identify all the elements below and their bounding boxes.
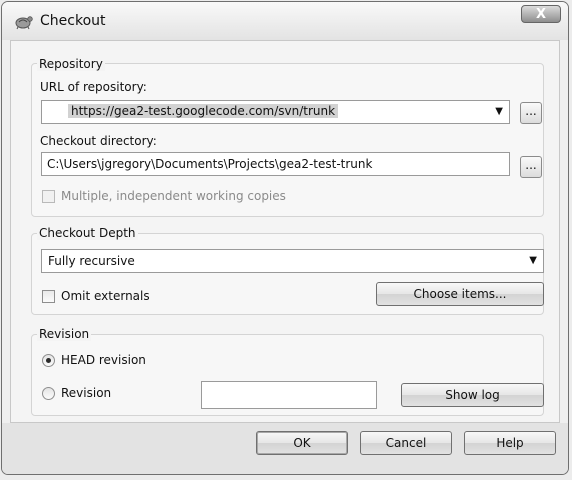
checkout-dir-input[interactable]: C:\Users\jgregory\Documents\Projects\gea…	[41, 152, 510, 176]
revision-group-label: Revision	[37, 327, 92, 341]
omit-externals-label: Omit externals	[61, 289, 150, 303]
show-log-button[interactable]: Show log	[401, 383, 544, 407]
chevron-down-icon[interactable]: ▼	[495, 106, 503, 117]
dir-browse-button[interactable]: ...	[520, 156, 542, 178]
head-revision-radio[interactable]	[42, 354, 55, 367]
checkout-depth-group-label: Checkout Depth	[37, 226, 138, 240]
url-value: https://gea2-test.googlecode.com/svn/tru…	[68, 104, 339, 118]
checkout-dir-value: C:\Users\jgregory\Documents\Projects\gea…	[47, 157, 373, 171]
tortoisesvn-icon	[15, 16, 33, 30]
repository-group-label: Repository	[37, 57, 105, 71]
url-combobox[interactable]: https://gea2-test.googlecode.com/svn/tru…	[41, 100, 510, 124]
url-label: URL of repository:	[40, 80, 147, 94]
chevron-down-icon[interactable]: ▼	[529, 255, 537, 266]
depth-combobox[interactable]: Fully recursive ▼	[41, 249, 544, 273]
choose-items-button[interactable]: Choose items...	[376, 282, 544, 306]
depth-value: Fully recursive	[48, 254, 135, 268]
checkout-dir-label: Checkout directory:	[40, 134, 157, 148]
head-revision-label: HEAD revision	[61, 353, 146, 367]
revision-label: Revision	[61, 386, 112, 400]
cancel-button[interactable]: Cancel	[360, 431, 452, 455]
close-button[interactable]: X	[521, 5, 561, 23]
title-bar[interactable]: Checkout X	[2, 2, 568, 40]
revision-input[interactable]	[201, 381, 377, 409]
revision-radio[interactable]	[42, 387, 55, 400]
dialog-content: Repository URL of repository: https://ge…	[10, 40, 560, 423]
checkout-dialog: Checkout X Repository URL of repository:…	[1, 1, 569, 475]
ok-button[interactable]: OK	[256, 431, 348, 455]
help-button[interactable]: Help	[464, 431, 556, 455]
omit-externals-checkbox[interactable]	[42, 290, 55, 303]
url-browse-button[interactable]: ...	[520, 102, 542, 124]
radio-selected-dot	[46, 358, 51, 363]
multiple-copies-checkbox[interactable]	[42, 190, 55, 203]
window-title: Checkout	[40, 13, 106, 29]
multiple-copies-label: Multiple, independent working copies	[61, 189, 286, 203]
dialog-footer: OK Cancel Help	[2, 423, 568, 474]
